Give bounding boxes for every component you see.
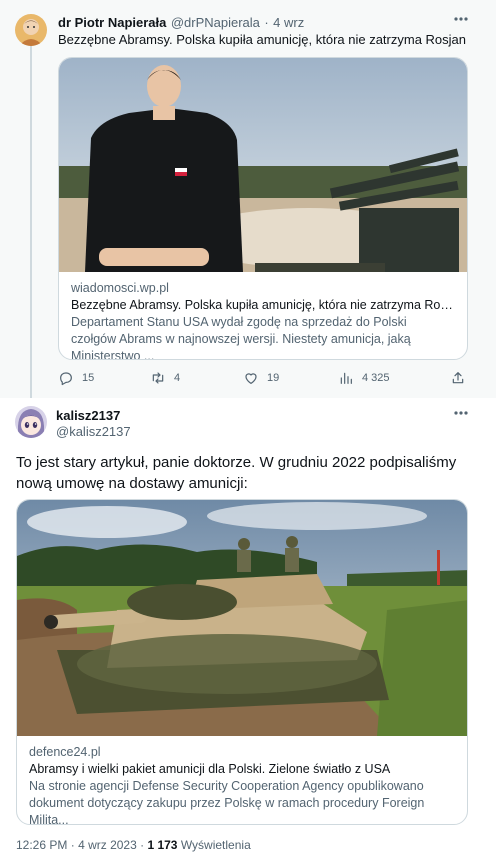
author-name[interactable]: dr Piotr Napierała	[58, 15, 166, 30]
author-handle-2[interactable]: @kalisz2137	[56, 424, 131, 439]
card-image	[59, 58, 467, 272]
post-date[interactable]: 4 wrz 2023	[78, 838, 137, 852]
repost-count: 4	[174, 372, 181, 384]
tweet1-header: dr Piotr Napierała @drPNapierala · 4 wrz	[58, 14, 304, 32]
card-domain: wiadomosci.wp.pl	[71, 281, 169, 295]
reply-icon	[60, 372, 72, 386]
card-title-2: Abramsy i wielki pakiet amunicji dla Pol…	[29, 762, 391, 776]
share-button[interactable]	[450, 370, 466, 386]
more-icon[interactable]	[452, 404, 470, 427]
views-total: 1 173	[147, 838, 178, 852]
repost-icon	[152, 372, 164, 384]
avatar-kalisz2137[interactable]	[15, 406, 47, 438]
reply-count: 15	[82, 372, 95, 384]
tweet-text-2: To jest stary artykuł, panie doktorze. W…	[16, 454, 457, 492]
header-separator: ·	[264, 15, 269, 30]
views-icon	[340, 372, 352, 384]
more-icon[interactable]	[452, 10, 470, 33]
like-icon	[245, 373, 257, 384]
link-card-wp[interactable]: wiadomosci.wp.pl Bezzębne Abramsy. Polsk…	[58, 57, 468, 360]
meta-separator: ·	[140, 838, 145, 852]
tweet-meta-footer: 12:26 PM · 4 wrz 2023 · 1 173 Wyświetlen…	[16, 838, 251, 852]
tweet-parent[interactable]: dr Piotr Napierała @drPNapierala · 4 wrz…	[0, 0, 496, 398]
meta-separator: ·	[70, 838, 75, 852]
repost-button[interactable]: 4	[150, 370, 180, 386]
views-button[interactable]: 4 325	[338, 370, 390, 386]
card-title: Bezzębne Abramsy. Polska kupiła amunicję…	[71, 298, 455, 312]
post-time[interactable]: 12:26 PM	[16, 838, 67, 852]
card-image-2	[17, 500, 467, 736]
tweet-time[interactable]: 4 wrz	[273, 15, 304, 30]
author-handle[interactable]: @drPNapierala	[171, 15, 260, 30]
card-description: Departament Stanu USA wydał zgodę na spr…	[71, 315, 411, 360]
share-icon	[452, 372, 464, 384]
card-text-block: wiadomosci.wp.pl Bezzębne Abramsy. Polsk…	[59, 272, 467, 360]
card-text-block-2: defence24.pl Abramsy i wielki pakiet amu…	[17, 736, 467, 825]
tweet-main: kalisz2137 @kalisz2137 To jest stary art…	[0, 398, 496, 861]
reply-button[interactable]: 15	[58, 370, 94, 386]
tweet-text: Bezzębne Abramsy. Polska kupiła amunicję…	[58, 32, 467, 47]
author-name-2[interactable]: kalisz2137	[56, 408, 120, 423]
card-description-2: Na stronie agencji Defense Security Coop…	[29, 779, 425, 825]
like-button[interactable]: 19	[243, 370, 279, 386]
views-label: Wyświetlenia	[180, 838, 251, 852]
views-count: 4 325	[362, 372, 390, 384]
link-card-defence24[interactable]: defence24.pl Abramsy i wielki pakiet amu…	[16, 499, 468, 825]
thread-connector-line	[30, 46, 32, 398]
avatar-drpnapierala[interactable]	[15, 14, 47, 46]
card-domain-2: defence24.pl	[29, 745, 101, 759]
like-count: 19	[267, 372, 280, 384]
